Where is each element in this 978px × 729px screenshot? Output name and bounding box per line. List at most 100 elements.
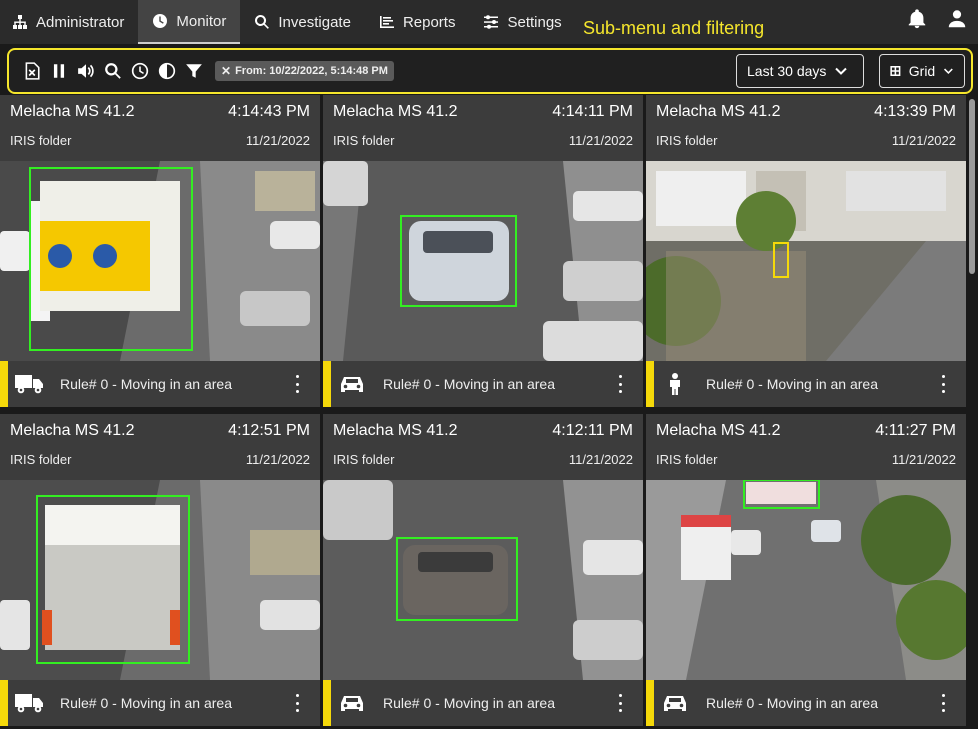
history-button[interactable] <box>126 58 153 85</box>
event-time: 4:14:11 PM <box>552 103 633 120</box>
severity-bar <box>323 680 331 726</box>
event-card[interactable]: Melacha MS 41.2 4:13:39 PM IRIS folder 11/… <box>646 95 966 407</box>
event-thumbnail[interactable] <box>323 161 643 361</box>
event-card[interactable]: Melacha MS 41.2 4:11:27 PM IRIS folder 11/… <box>646 414 966 726</box>
camera-name: Melacha MS 41.2 <box>333 422 458 439</box>
more-options-icon[interactable] <box>294 694 300 712</box>
folder-name: IRIS folder <box>656 133 718 148</box>
more-options-icon[interactable] <box>940 375 946 393</box>
clock-icon <box>153 14 168 28</box>
volume-icon <box>77 64 94 78</box>
rule-label: Rule# 0 - Moving in an area <box>706 376 878 392</box>
search-button[interactable] <box>99 58 126 85</box>
severity-bar <box>646 361 654 407</box>
card-footer: Rule# 0 - Moving in an area <box>323 361 643 407</box>
pause-icon <box>53 64 64 78</box>
scrollbar[interactable] <box>966 95 978 729</box>
event-card[interactable]: Melacha MS 41.2 4:12:51 PM IRIS folder 11/… <box>0 414 320 726</box>
person-icon <box>670 373 680 395</box>
event-time: 4:14:43 PM <box>228 103 310 120</box>
nav-label: Investigate <box>278 13 351 31</box>
card-header: Melacha MS 41.2 4:12:51 PM IRIS folder 11/… <box>0 414 320 480</box>
user-icon[interactable] <box>946 8 968 30</box>
sound-button[interactable] <box>72 58 99 85</box>
event-date: 11/21/2022 <box>568 133 633 148</box>
camera-name: Melacha MS 41.2 <box>333 103 458 120</box>
event-card[interactable]: Melacha MS 41.2 4:14:43 PM IRIS folder 11/… <box>0 95 320 407</box>
time-range-dropdown[interactable]: Last 30 days <box>736 54 864 88</box>
filter-chip-label: From: 10/22/2022, 5:14:48 PM <box>235 65 388 77</box>
bell-icon[interactable] <box>906 8 928 30</box>
filter-button[interactable] <box>180 58 207 85</box>
event-thumbnail[interactable] <box>646 480 966 680</box>
card-footer: Rule# 0 - Moving in an area <box>646 361 966 407</box>
event-time: 4:12:11 PM <box>552 422 633 439</box>
folder-name: IRIS folder <box>10 452 72 467</box>
rule-label: Rule# 0 - Moving in an area <box>383 695 555 711</box>
view-label: Grid <box>908 63 936 79</box>
car-icon <box>341 696 363 711</box>
nav-investigate[interactable]: Investigate <box>240 0 365 44</box>
rule-label: Rule# 0 - Moving in an area <box>60 695 232 711</box>
nav-monitor[interactable]: Monitor <box>138 0 241 44</box>
top-right-actions <box>906 8 968 30</box>
severity-bar <box>646 680 654 726</box>
event-date: 11/21/2022 <box>891 133 956 148</box>
event-card[interactable]: Melacha MS 41.2 4:14:11 PM IRIS folder 11/… <box>323 95 643 407</box>
card-header: Melacha MS 41.2 4:11:27 PM IRIS folder 11/… <box>646 414 966 480</box>
chevron-down-icon <box>944 68 953 75</box>
nav-reports[interactable]: Reports <box>365 0 470 44</box>
event-thumbnail[interactable] <box>0 161 320 361</box>
truck-icon <box>15 694 43 713</box>
event-time: 4:12:51 PM <box>228 422 310 439</box>
contrast-button[interactable] <box>153 58 180 85</box>
event-card[interactable]: Melacha MS 41.2 4:12:11 PM IRIS folder 11/… <box>323 414 643 726</box>
rule-label: Rule# 0 - Moving in an area <box>706 695 878 711</box>
folder-name: IRIS folder <box>333 133 395 148</box>
car-icon <box>341 377 363 392</box>
camera-name: Melacha MS 41.2 <box>10 422 135 439</box>
chevron-down-icon <box>835 67 848 75</box>
view-dropdown[interactable]: Grid <box>879 54 965 88</box>
clock-icon <box>131 62 148 80</box>
card-header: Melacha MS 41.2 4:14:11 PM IRIS folder 11/… <box>323 95 643 161</box>
card-footer: Rule# 0 - Moving in an area <box>0 680 320 726</box>
more-options-icon[interactable] <box>294 375 300 393</box>
camera-name: Melacha MS 41.2 <box>656 103 781 120</box>
event-date: 11/21/2022 <box>245 452 310 467</box>
export-excel-button[interactable] <box>18 58 45 85</box>
more-options-icon[interactable] <box>940 694 946 712</box>
filter-icon <box>185 64 202 78</box>
truck-icon <box>15 375 43 394</box>
date-filter-chip[interactable]: ✕ From: 10/22/2022, 5:14:48 PM <box>215 61 394 81</box>
contrast-icon <box>158 62 175 80</box>
car-icon <box>664 696 686 711</box>
severity-bar <box>0 361 8 407</box>
rule-label: Rule# 0 - Moving in an area <box>383 376 555 392</box>
card-header: Melacha MS 41.2 4:12:11 PM IRIS folder 11/… <box>323 414 643 480</box>
more-options-icon[interactable] <box>617 375 623 393</box>
excel-file-icon <box>25 62 40 80</box>
event-time: 4:13:39 PM <box>874 103 956 120</box>
top-nav: Administrator Monitor Investigate Report… <box>0 0 978 44</box>
search-icon <box>104 63 121 79</box>
nav-label: Reports <box>402 13 456 31</box>
pause-button[interactable] <box>45 58 72 85</box>
event-thumbnail[interactable] <box>646 161 966 361</box>
card-footer: Rule# 0 - Moving in an area <box>646 680 966 726</box>
card-footer: Rule# 0 - Moving in an area <box>0 361 320 407</box>
event-thumbnail[interactable] <box>0 480 320 680</box>
more-options-icon[interactable] <box>617 694 623 712</box>
nav-administrator[interactable]: Administrator <box>0 0 138 44</box>
search-icon <box>255 15 270 29</box>
event-date: 11/21/2022 <box>568 452 633 467</box>
close-icon[interactable]: ✕ <box>221 64 231 78</box>
grid-icon <box>890 66 901 76</box>
scrollbar-thumb[interactable] <box>969 99 975 274</box>
time-range-label: Last 30 days <box>747 63 827 79</box>
folder-name: IRIS folder <box>656 452 718 467</box>
event-thumbnail[interactable] <box>323 480 643 680</box>
nav-settings[interactable]: Settings <box>469 0 575 44</box>
sliders-icon <box>484 15 499 29</box>
event-date: 11/21/2022 <box>245 133 310 148</box>
